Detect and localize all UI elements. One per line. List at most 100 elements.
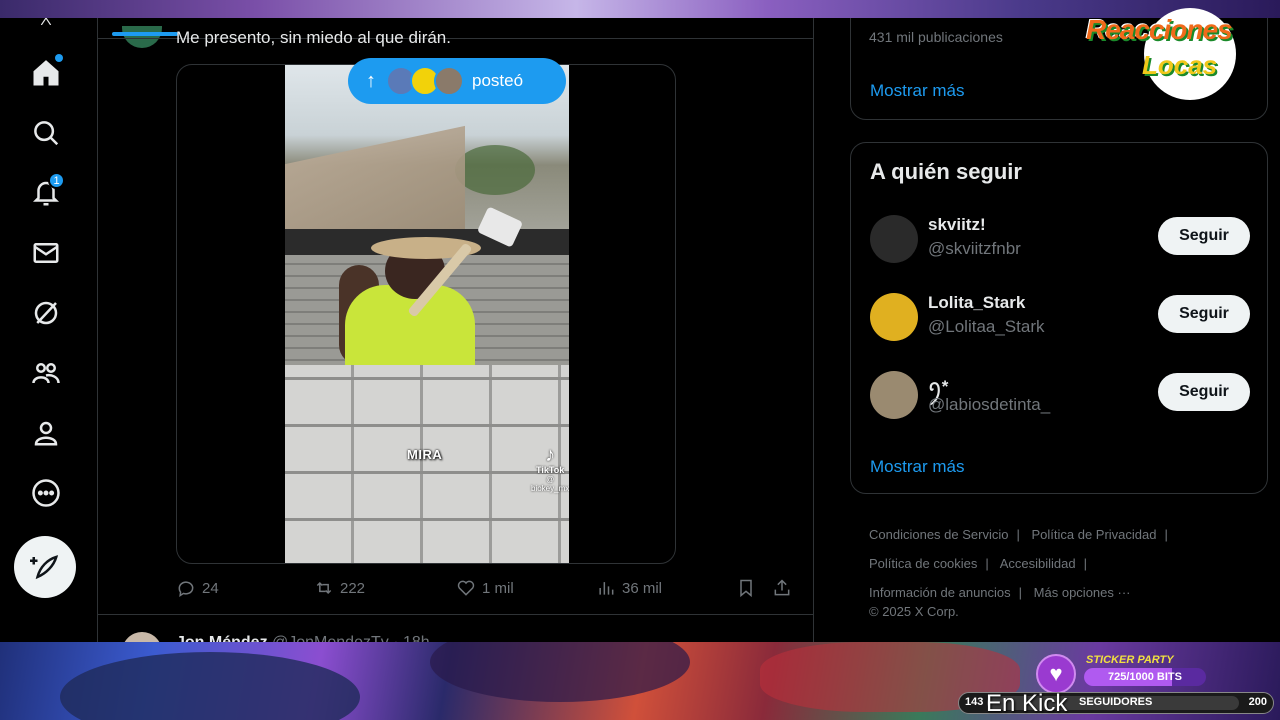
suggestion-handle: @Lolitaa_Stark bbox=[928, 317, 1045, 336]
analytics-icon bbox=[599, 582, 614, 595]
compose-post-button[interactable] bbox=[14, 536, 76, 598]
tiktok-icon: ♪ bbox=[545, 444, 556, 466]
home-icon bbox=[33, 60, 59, 86]
share-button[interactable] bbox=[772, 578, 798, 598]
footer-link-terms[interactable]: Condiciones de Servicio bbox=[869, 527, 1008, 542]
repost-icon bbox=[316, 581, 332, 595]
sticker-progress-label: 725/1000 BITS bbox=[1108, 671, 1182, 683]
posted-pill-label: posteó bbox=[472, 71, 524, 90]
repost-button[interactable]: 222 bbox=[314, 578, 365, 598]
follow-button[interactable]: Seguir bbox=[1158, 373, 1250, 411]
divider bbox=[98, 614, 814, 615]
next-tweet-handle: @JonMendezTv · 18h bbox=[272, 634, 430, 642]
nav-profile[interactable] bbox=[25, 412, 67, 454]
nav-communities[interactable] bbox=[25, 352, 67, 394]
heart-icon bbox=[457, 580, 475, 596]
logo-line-2: Locas bbox=[1142, 50, 1218, 80]
nav-more[interactable] bbox=[25, 472, 67, 514]
tweet-actions: 24 222 1 mil 36 mil bbox=[176, 578, 796, 604]
suggestion-name: skviitz! bbox=[928, 215, 986, 234]
footer-link-ads-info[interactable]: Información de anuncios bbox=[869, 585, 1011, 600]
suggestion-handle: @labiosdetinta_ bbox=[928, 395, 1051, 414]
profile-icon bbox=[34, 421, 58, 446]
nav-explore[interactable] bbox=[25, 112, 67, 154]
bookmark-button[interactable] bbox=[736, 578, 762, 598]
notifications-badge: 1 bbox=[48, 172, 65, 189]
follow-suggestion[interactable]: Lolita_Stark @Lolitaa_Stark Seguir bbox=[870, 287, 1250, 343]
copyright: © 2025 X Corp. bbox=[869, 604, 959, 619]
reply-button[interactable]: 24 bbox=[176, 578, 219, 598]
who-to-follow-title: A quién seguir bbox=[870, 159, 1022, 184]
followers-goal: 200 bbox=[1248, 696, 1267, 708]
followers-label: SEGUIDORES bbox=[1079, 696, 1153, 708]
sidebar-footer: Condiciones de Servicio | Política de Pri… bbox=[869, 527, 1168, 600]
trends-show-more-link[interactable]: Mostrar más bbox=[870, 81, 964, 101]
x-app-window: 1 Me presento, sin miedo al que dirán. M… bbox=[0, 18, 1280, 642]
sticker-party-widget: ♥ STICKER PARTY 725/1000 BITS bbox=[1036, 654, 1206, 694]
avatar[interactable] bbox=[870, 215, 918, 263]
search-icon bbox=[34, 121, 59, 146]
primary-nav: 1 bbox=[0, 18, 98, 642]
bookmark-icon bbox=[740, 579, 752, 598]
x-logo-icon[interactable] bbox=[25, 18, 67, 28]
new-posts-pill[interactable]: ↑ posteó bbox=[348, 58, 566, 104]
communities-icon bbox=[32, 363, 60, 384]
video-caption: MIRA bbox=[407, 447, 443, 462]
who-to-follow-show-more-link[interactable]: Mostrar más bbox=[870, 457, 964, 477]
nav-messages[interactable] bbox=[25, 232, 67, 274]
suggestion-handle: @skviitzfnbr bbox=[928, 239, 1021, 258]
like-count: 1 mil bbox=[482, 579, 514, 597]
tiktok-watermark: ♪ TikTok @ biokey_mx bbox=[531, 445, 569, 493]
nav-grok[interactable] bbox=[25, 292, 67, 334]
logo-line-1: Reacciones bbox=[1086, 14, 1233, 45]
suggestion-name: Lolita_Stark bbox=[928, 293, 1026, 312]
grok-icon bbox=[34, 301, 58, 325]
home-new-dot bbox=[55, 54, 63, 62]
next-tweet-author: Jon Méndez bbox=[176, 634, 268, 642]
follow-button[interactable]: Seguir bbox=[1158, 217, 1250, 255]
repost-count: 222 bbox=[340, 579, 366, 597]
trend-post-count: 431 mil publicaciones bbox=[869, 29, 1003, 45]
tweet-text: Me presento, sin miedo al que dirán. bbox=[176, 28, 451, 47]
sticker-party-title: STICKER PARTY bbox=[1086, 654, 1174, 666]
nav-home[interactable] bbox=[25, 52, 67, 94]
footer-link-cookies[interactable]: Política de cookies bbox=[869, 556, 977, 571]
nav-notifications[interactable]: 1 bbox=[25, 172, 67, 214]
tweet-media[interactable]: MIRA ♪ TikTok @ biokey_mx bbox=[176, 64, 676, 564]
next-tweet-avatar[interactable] bbox=[122, 632, 162, 642]
like-button[interactable]: 1 mil bbox=[456, 578, 514, 598]
view-count: 36 mil bbox=[622, 579, 663, 597]
video-palm-tree bbox=[455, 145, 535, 195]
follow-suggestion[interactable]: ꪆ* @labiosdetinta_ Seguir bbox=[870, 365, 1250, 421]
tweet-video[interactable]: MIRA ♪ TikTok @ biokey_mx bbox=[285, 65, 569, 563]
views-button[interactable]: 36 mil bbox=[596, 578, 662, 598]
follow-button[interactable]: Seguir bbox=[1158, 295, 1250, 333]
next-tweet-header[interactable]: Jon Méndez @JonMendezTv · 18h bbox=[176, 634, 430, 642]
sticker-progress-bar: 725/1000 BITS bbox=[1084, 668, 1206, 686]
feather-plus-icon bbox=[30, 555, 59, 580]
timeline: Me presento, sin miedo al que dirán. MIR… bbox=[98, 18, 814, 642]
reply-count: 24 bbox=[202, 579, 219, 597]
en-kick-label: En Kick bbox=[986, 690, 1068, 717]
tweet-author-avatar[interactable] bbox=[122, 26, 162, 48]
footer-link-privacy[interactable]: Política de Privacidad bbox=[1031, 527, 1156, 542]
video-block-wall bbox=[285, 365, 569, 563]
avatar[interactable] bbox=[870, 293, 918, 341]
progress-indicator bbox=[112, 32, 178, 36]
heart-plus-icon: ♥ bbox=[1036, 654, 1076, 694]
who-to-follow-card: A quién seguir skviitz! @skviitzfnbr Seg… bbox=[850, 142, 1268, 494]
followers-count: 143 bbox=[965, 696, 984, 708]
channel-logo: Reacciones Locas bbox=[1086, 4, 1280, 100]
share-icon bbox=[774, 579, 790, 596]
tiktok-handle: @ biokey_mx bbox=[531, 475, 569, 493]
avatar[interactable] bbox=[870, 371, 918, 419]
footer-link-more-options[interactable]: Más opciones ··· bbox=[1034, 585, 1131, 600]
mail-icon bbox=[33, 243, 59, 263]
follow-suggestion[interactable]: skviitz! @skviitzfnbr Seguir bbox=[870, 209, 1250, 265]
right-sidebar: 431 mil publicaciones Mostrar más A quié… bbox=[814, 18, 1280, 642]
footer-link-accessibility[interactable]: Accesibilidad bbox=[1000, 556, 1076, 571]
arrow-up-icon: ↑ bbox=[366, 69, 376, 92]
more-circle-icon bbox=[32, 479, 60, 507]
tiktok-label: TikTok bbox=[536, 465, 565, 475]
pill-avatar bbox=[434, 66, 464, 96]
